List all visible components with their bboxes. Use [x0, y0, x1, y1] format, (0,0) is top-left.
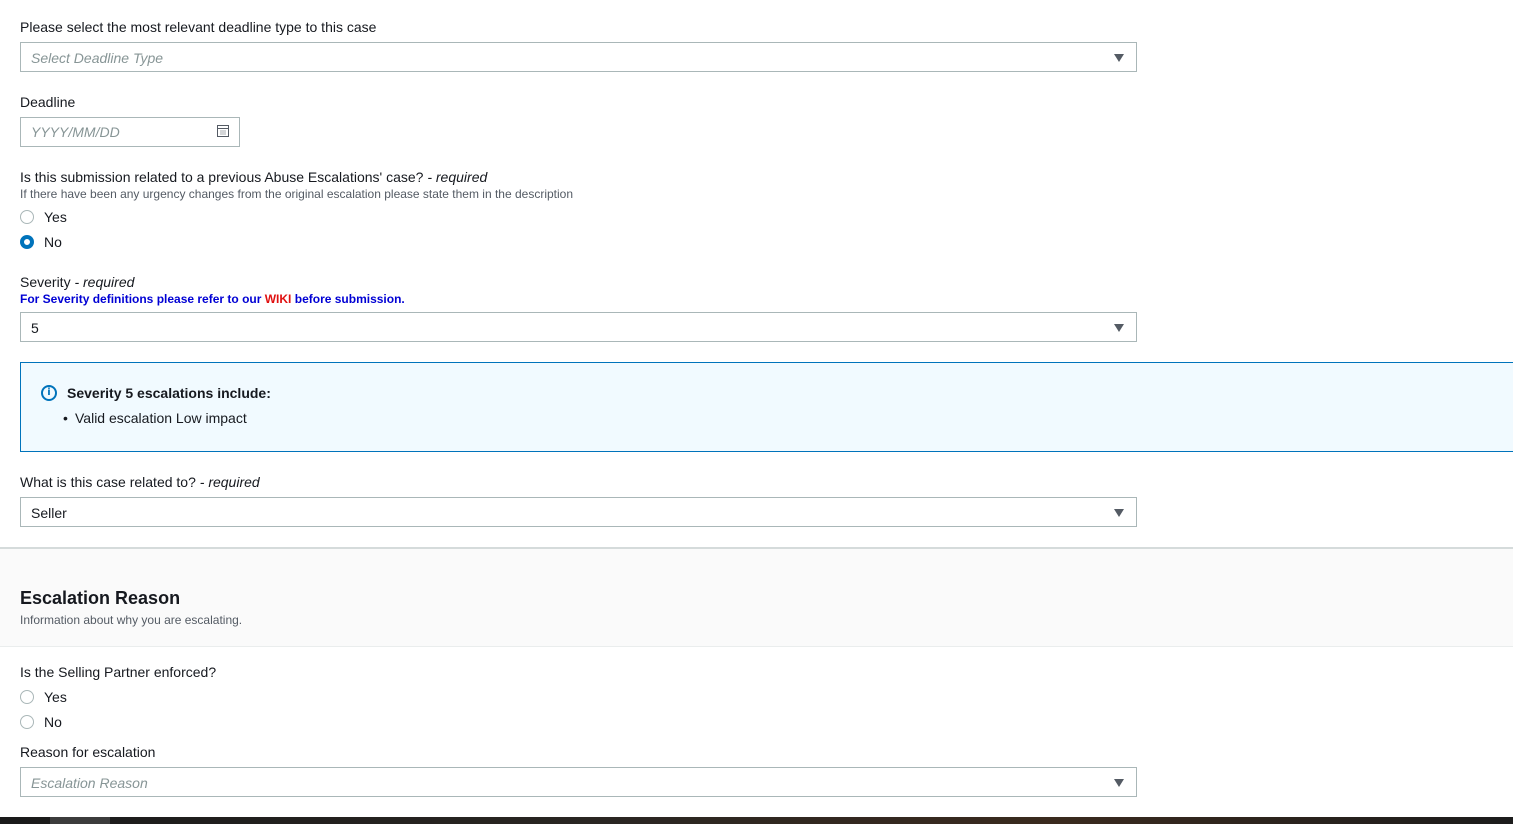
deadline-placeholder: YYYY/MM/DD — [31, 124, 120, 140]
taskbar-strip — [0, 817, 1513, 824]
deadline-date-input[interactable]: YYYY/MM/DD — [20, 117, 240, 147]
escalation-reason-select[interactable]: Escalation Reason — [20, 767, 1137, 797]
radio-label: No — [44, 714, 62, 730]
deadline-label: Deadline — [20, 94, 76, 110]
severity-info-alert: i Severity 5 escalations include: Valid … — [20, 362, 1513, 452]
deadline-type-select[interactable]: Select Deadline Type — [20, 42, 1137, 72]
required-marker: - required — [199, 474, 260, 490]
caret-down-icon — [1114, 779, 1124, 787]
radio-button[interactable] — [20, 210, 34, 224]
severity-info-item: Valid escalation Low impact — [63, 409, 247, 427]
radio-button[interactable] — [20, 715, 34, 729]
required-marker: - required — [74, 274, 135, 290]
caret-down-icon — [1114, 509, 1124, 517]
severity-label: Severity - required — [20, 273, 134, 291]
radio-button-checked[interactable] — [20, 235, 34, 249]
reason-label: Reason for escalation — [20, 744, 156, 760]
deadline-type-label: Please select the most relevant deadline… — [20, 19, 377, 35]
caret-down-icon — [1114, 54, 1124, 62]
wiki-link[interactable]: WIKI — [265, 292, 292, 306]
severity-note-text: For Severity definitions please refer to… — [20, 292, 265, 306]
severity-note: For Severity definitions please refer to… — [20, 292, 405, 307]
deadline-type-placeholder: Select Deadline Type — [31, 50, 164, 66]
info-icon: i — [41, 385, 57, 401]
required-marker: - required — [427, 169, 488, 185]
radio-button[interactable] — [20, 690, 34, 704]
severity-value: 5 — [31, 320, 39, 336]
radio-label: No — [44, 234, 62, 250]
caret-down-icon — [1114, 324, 1124, 332]
related-to-question: What is this case related to? — [20, 474, 196, 490]
related-to-select[interactable]: Seller — [20, 497, 1137, 527]
radio-label: Yes — [44, 209, 67, 225]
previous-case-question: Is this submission related to a previous… — [20, 169, 424, 185]
section-description: Information about why you are escalating… — [20, 613, 243, 627]
severity-note-text-end: before submission. — [291, 292, 405, 306]
taskbar-item — [50, 817, 110, 824]
severity-info-title: Severity 5 escalations include: — [67, 385, 271, 401]
severity-select[interactable]: 5 — [20, 312, 1137, 342]
severity-label-text: Severity — [20, 274, 71, 290]
radio-label: Yes — [44, 689, 67, 705]
related-to-label: What is this case related to? - required — [20, 473, 260, 491]
previous-case-hint: If there have been any urgency changes f… — [20, 187, 574, 201]
calendar-icon[interactable] — [217, 125, 229, 137]
related-to-value: Seller — [31, 505, 67, 521]
escalation-reason-placeholder: Escalation Reason — [31, 775, 148, 791]
previous-case-label: Is this submission related to a previous… — [20, 168, 487, 186]
section-title: Escalation Reason — [20, 588, 181, 608]
escalation-reason-section-header: Escalation Reason Information about why … — [0, 547, 1513, 647]
enforced-label: Is the Selling Partner enforced? — [20, 664, 217, 680]
